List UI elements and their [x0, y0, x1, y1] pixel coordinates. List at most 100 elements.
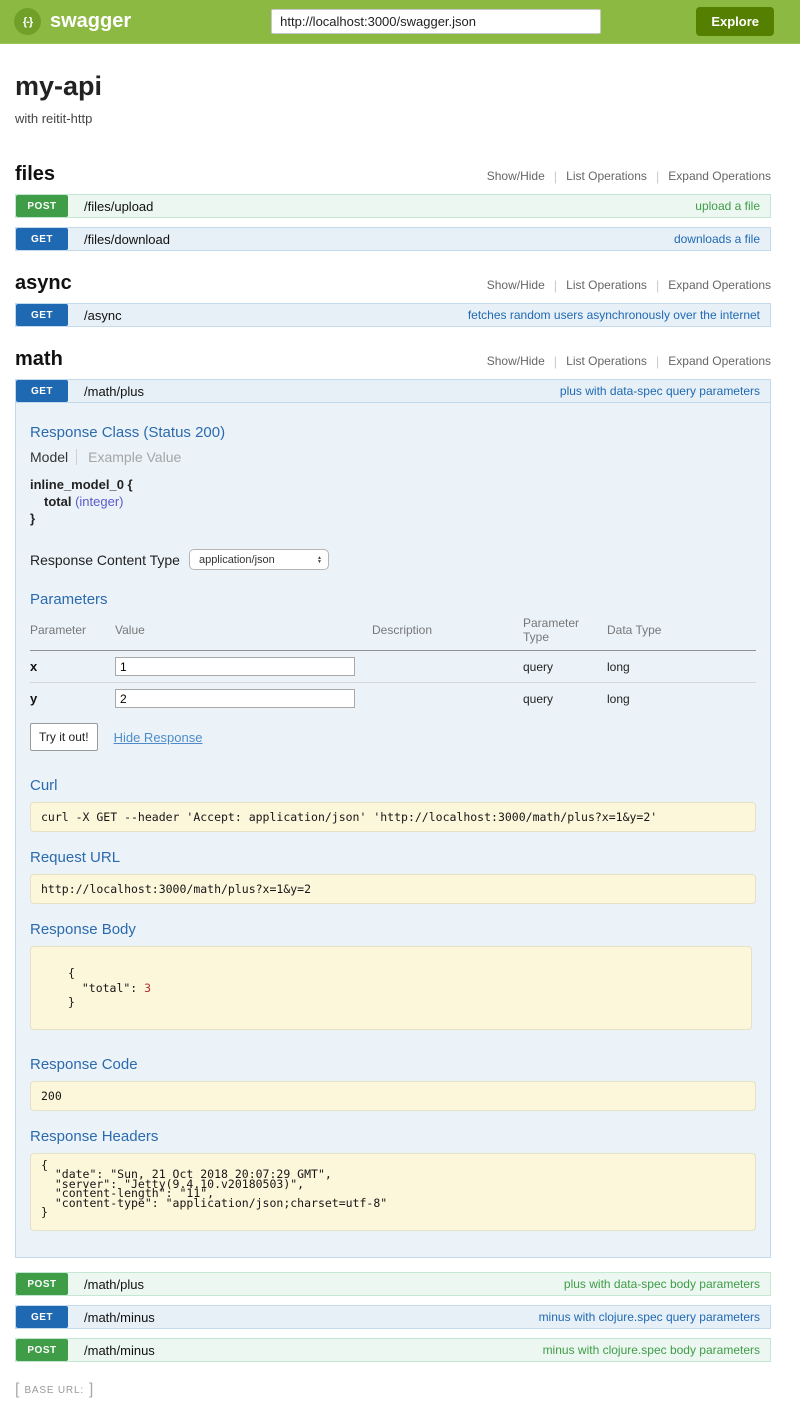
column-header-parameter-type: Parameter Type [523, 612, 607, 651]
endpoint-row-math-minus-post[interactable]: POST /math/minus minus with clojure.spec… [15, 1338, 771, 1362]
endpoint-row-math-plus-post[interactable]: POST /math/plus plus with data-spec body… [15, 1272, 771, 1296]
response-code-box: 200 [30, 1081, 756, 1111]
swagger-braces-icon: {-} [14, 8, 41, 35]
curl-heading: Curl [30, 777, 756, 794]
expand-operations-link[interactable]: Expand Operations [668, 169, 771, 183]
parameter-name: y [30, 691, 37, 706]
operation-detail-panel: Response Class (Status 200) Model Exampl… [15, 403, 771, 1258]
endpoint-path-link[interactable]: /files/download [84, 232, 170, 247]
try-it-out-button[interactable]: Try it out! [30, 723, 98, 751]
selected-content-type: application/json [199, 554, 275, 566]
separator: | [554, 278, 557, 293]
endpoint-summary-link[interactable]: plus with data-spec body parameters [564, 1277, 760, 1291]
json-text: } [68, 995, 75, 1009]
separator: | [554, 354, 557, 369]
endpoint-row-math-plus-get[interactable]: GET /math/plus plus with data-spec query… [15, 379, 771, 403]
section-title-async[interactable]: async [15, 272, 72, 295]
section-async: async Show/Hide | List Operations | Expa… [15, 272, 771, 327]
endpoint-summary-link[interactable]: upload a file [695, 199, 760, 213]
endpoint-row-math-minus-get[interactable]: GET /math/minus minus with clojure.spec … [15, 1305, 771, 1329]
column-header-value: Value [115, 612, 372, 651]
endpoint-summary-link[interactable]: downloads a file [674, 232, 760, 246]
endpoint-row-async[interactable]: GET /async fetches random users asynchro… [15, 303, 771, 327]
model-property-type: (integer) [75, 494, 123, 509]
response-content-type-select[interactable]: application/json ▲ ▼ [189, 549, 329, 570]
http-method-badge: GET [16, 304, 68, 326]
explore-button[interactable]: Explore [696, 7, 774, 36]
top-header-bar: {-} swagger Explore [0, 0, 800, 44]
open-bracket: [ [15, 1381, 19, 1399]
json-text: { "total": [68, 966, 144, 995]
parameter-type: query [523, 683, 607, 715]
response-headers-heading: Response Headers [30, 1128, 756, 1145]
base-url-label: BASE URL: [24, 1385, 83, 1396]
api-subtitle: with reitit-http [15, 111, 771, 126]
base-url-footer: [ BASE URL: ] [15, 1381, 771, 1399]
parameter-name: x [30, 659, 37, 674]
parameters-heading: Parameters [30, 591, 756, 608]
section-title-files[interactable]: files [15, 163, 55, 186]
model-close-brace: } [30, 511, 35, 526]
section-controls: Show/Hide | List Operations | Expand Ope… [487, 354, 771, 369]
expand-operations-link[interactable]: Expand Operations [668, 354, 771, 368]
section-title-math[interactable]: math [15, 348, 63, 371]
separator: | [656, 354, 659, 369]
swagger-logo-link[interactable]: {-} swagger [14, 8, 131, 35]
show-hide-link[interactable]: Show/Hide [487, 354, 545, 368]
hide-response-link[interactable]: Hide Response [114, 730, 203, 745]
http-method-badge: POST [16, 1273, 68, 1295]
endpoint-summary-link[interactable]: minus with clojure.spec body parameters [543, 1343, 760, 1357]
parameter-type: query [523, 651, 607, 683]
endpoint-path-link[interactable]: /math/minus [84, 1343, 155, 1358]
tab-example-value[interactable]: Example Value [76, 449, 181, 465]
http-method-badge: POST [16, 195, 68, 217]
endpoint-path-link[interactable]: /math/minus [84, 1310, 155, 1325]
parameter-row-y: y query long [30, 683, 756, 715]
endpoint-path-link[interactable]: /math/plus [84, 1277, 144, 1292]
list-operations-link[interactable]: List Operations [566, 278, 647, 292]
separator: | [656, 278, 659, 293]
response-body-box: { "total": 3 } [30, 946, 752, 1030]
section-controls: Show/Hide | List Operations | Expand Ope… [487, 169, 771, 184]
endpoint-summary-link[interactable]: plus with data-spec query parameters [560, 384, 760, 398]
endpoint-row-files-upload[interactable]: POST /files/upload upload a file [15, 194, 771, 218]
endpoint-path-link[interactable]: /files/upload [84, 199, 153, 214]
parameter-row-x: x query long [30, 651, 756, 683]
api-info: my-api with reitit-http [15, 71, 771, 126]
section-controls: Show/Hide | List Operations | Expand Ope… [487, 278, 771, 293]
parameters-table: Parameter Value Description Parameter Ty… [30, 612, 756, 714]
separator: | [656, 169, 659, 184]
api-title: my-api [15, 71, 771, 102]
tab-model[interactable]: Model [30, 449, 68, 465]
show-hide-link[interactable]: Show/Hide [487, 169, 545, 183]
http-method-badge: GET [16, 380, 68, 402]
parameter-description [372, 683, 523, 715]
model-signature: inline_model_0 { total (integer) } [30, 476, 756, 527]
json-number: 3 [144, 981, 151, 995]
endpoint-summary-link[interactable]: fetches random users asynchronously over… [468, 308, 760, 322]
parameter-value-input-x[interactable] [115, 657, 355, 676]
section-files: files Show/Hide | List Operations | Expa… [15, 163, 771, 251]
spec-url-input[interactable] [271, 9, 601, 34]
section-math: math Show/Hide | List Operations | Expan… [15, 348, 771, 1362]
list-operations-link[interactable]: List Operations [566, 354, 647, 368]
endpoint-path-link[interactable]: /math/plus [84, 384, 144, 399]
swagger-logo-text: swagger [50, 10, 131, 33]
response-class-heading: Response Class (Status 200) [30, 424, 756, 441]
column-header-data-type: Data Type [607, 612, 756, 651]
parameter-value-input-y[interactable] [115, 689, 355, 708]
response-content-type-label: Response Content Type [30, 552, 180, 568]
response-body-heading: Response Body [30, 921, 756, 938]
http-method-badge: GET [16, 228, 68, 250]
show-hide-link[interactable]: Show/Hide [487, 278, 545, 292]
request-url-heading: Request URL [30, 849, 756, 866]
expand-operations-link[interactable]: Expand Operations [668, 278, 771, 292]
list-operations-link[interactable]: List Operations [566, 169, 647, 183]
parameter-data-type: long [607, 683, 756, 715]
endpoint-path-link[interactable]: /async [84, 308, 122, 323]
model-open-brace: { [128, 477, 133, 492]
parameter-data-type: long [607, 651, 756, 683]
endpoint-summary-link[interactable]: minus with clojure.spec query parameters [539, 1310, 760, 1324]
http-method-badge: GET [16, 1306, 68, 1328]
endpoint-row-files-download[interactable]: GET /files/download downloads a file [15, 227, 771, 251]
